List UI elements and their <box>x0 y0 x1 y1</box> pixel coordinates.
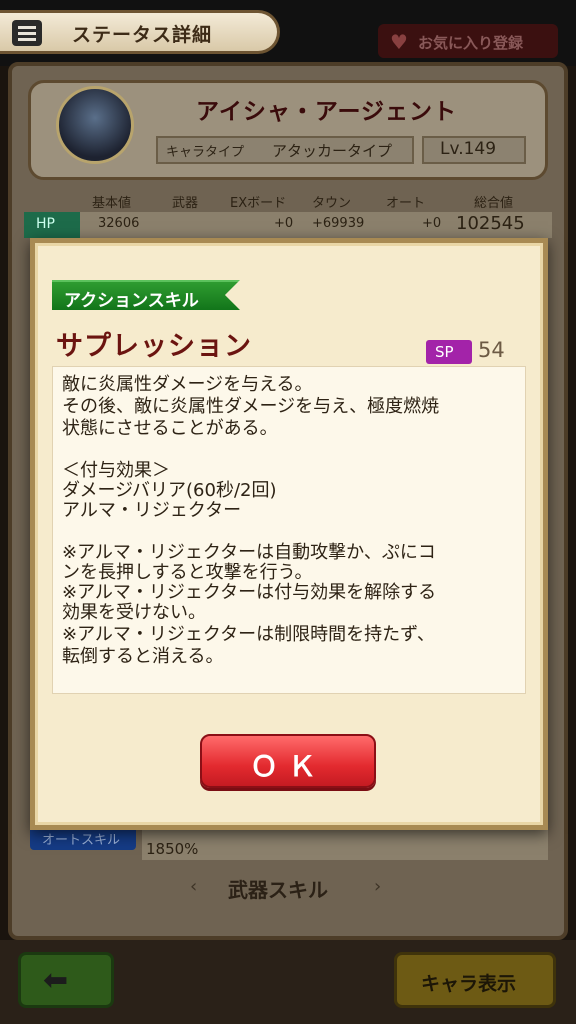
stat-header: オート <box>386 196 426 211</box>
back-button[interactable]: ⬅ <box>18 952 114 1008</box>
stat-header: 武器 <box>172 196 199 211</box>
sp-badge: SP <box>426 340 472 364</box>
sp-label: SP <box>435 343 454 361</box>
hp-total: 102545 <box>456 213 525 234</box>
sp-value: 54 <box>478 338 505 362</box>
hp-base: 32606 <box>98 216 140 231</box>
description-line: 転倒すると消える。 <box>62 646 224 667</box>
chevron-left-icon[interactable]: ‹ <box>190 876 197 897</box>
stat-header: 総合値 <box>474 196 514 211</box>
hp-row: 32606 +0 +69939 +0 102545 <box>24 212 552 238</box>
auto-skill-label: オートスキル <box>42 833 121 848</box>
page-title: ステータス詳細 <box>72 24 213 46</box>
chara-display-label: キャラ表示 <box>421 973 517 995</box>
type-value: アタッカータイプ <box>272 142 393 160</box>
avatar <box>56 86 134 164</box>
auto-skill-text: 1850% <box>142 826 548 860</box>
stat-headers: 基本値 武器 EXボード タウン オート 総合値 <box>80 192 540 212</box>
character-name: アイシャ・アージェント <box>196 99 458 125</box>
hp-label-tag: HP <box>24 212 80 238</box>
stat-header: 基本値 <box>92 196 132 211</box>
hp-exboard: +0 <box>274 216 294 231</box>
ok-button[interactable]: ＯＫ <box>200 734 376 788</box>
favorite-label: お気に入り登録 <box>418 34 524 52</box>
skill-type-label: アクションスキル <box>64 291 199 311</box>
type-label: キャラタイプ <box>166 145 245 160</box>
hp-label: HP <box>36 216 55 232</box>
menu-icon[interactable] <box>12 20 42 46</box>
hp-auto: +0 <box>422 216 442 231</box>
description-line: 状態にさせることがある。 <box>62 418 278 439</box>
hp-town: +69939 <box>312 216 365 231</box>
level-value: Lv.149 <box>440 139 497 159</box>
chara-display-button[interactable]: キャラ表示 <box>394 952 556 1008</box>
ok-label: ＯＫ <box>249 750 326 783</box>
description-line: アルマ・リジェクター <box>62 500 242 521</box>
skill-type-tag: アクションスキル <box>52 280 240 310</box>
heart-icon: ♥ <box>390 30 408 54</box>
arrow-left-icon: ⬅ <box>43 963 69 998</box>
favorite-button[interactable]: ♥ お気に入り登録 <box>378 24 558 58</box>
auto-skill-value: 1850% <box>146 840 199 858</box>
stat-header: タウン <box>312 196 352 211</box>
weapon-skill-title: 武器スキル <box>228 878 328 902</box>
skill-name: サプレッション <box>56 331 252 362</box>
stat-header: EXボード <box>230 196 287 211</box>
chevron-right-icon[interactable]: › <box>374 876 381 897</box>
